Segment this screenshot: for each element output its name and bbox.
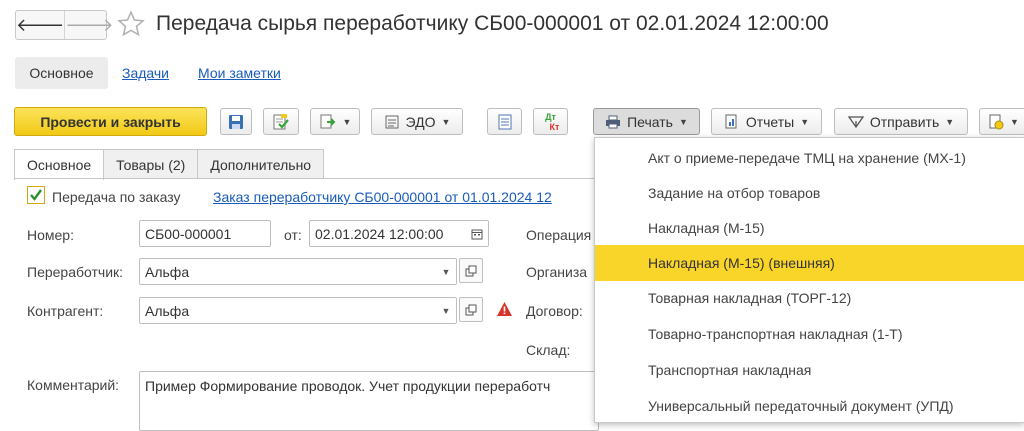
dt-kt-button[interactable]: Дт Кт	[533, 108, 568, 135]
order-link[interactable]: Заказ переработчику СБ00-000001 от 01.01…	[213, 189, 552, 205]
by-order-checkbox[interactable]	[27, 186, 45, 204]
chevron-down-icon: ▼	[800, 116, 810, 127]
send-icon	[847, 115, 864, 128]
comment-label: Комментарий:	[27, 377, 120, 393]
processor-field[interactable]: Альфа	[139, 258, 457, 285]
arrow-left-icon: 🡐	[16, 14, 65, 35]
menu-item-1t[interactable]: Товарно-транспортная накладная (1-Т)	[595, 316, 1024, 352]
operation-label: Операция	[526, 227, 592, 243]
edo-label: ЭДО	[405, 113, 436, 130]
counterparty-label: Контрагент:	[27, 303, 104, 319]
menu-item-mx1[interactable]: Акт о приеме-передаче ТМЦ на хранение (М…	[595, 140, 1024, 176]
printer-icon	[606, 115, 621, 128]
open-window-icon	[465, 265, 477, 276]
document-clock-icon	[989, 114, 1004, 129]
counterparty-value: Альфа	[145, 302, 190, 319]
processor-open-button[interactable]	[459, 258, 483, 283]
create-based-on-button[interactable]: ▼	[310, 108, 360, 135]
menu-item-torg12[interactable]: Товарная накладная (ТОРГ-12)	[595, 280, 1024, 316]
menu-item-m15[interactable]: Накладная (М-15)	[595, 210, 1024, 246]
menu-item-m15-external[interactable]: Накладная (М-15) (внешняя)	[595, 245, 1024, 281]
chevron-down-icon: ▼	[945, 116, 955, 127]
page-title: Передача сырья переработчику СБ00-000001…	[156, 12, 829, 35]
reports-icon	[725, 114, 737, 128]
edo-icon	[385, 115, 399, 128]
list-icon	[498, 114, 511, 129]
print-button[interactable]: Печать ▼	[593, 108, 700, 135]
create-based-on-icon	[320, 114, 335, 128]
menu-item-transport[interactable]: Транспортная накладная	[595, 352, 1024, 388]
attachments-button[interactable]: ▼	[979, 108, 1024, 135]
date-field[interactable]: 02.01.2024 12:00:00	[309, 220, 489, 247]
processor-dropdown[interactable]: ▼	[436, 259, 456, 284]
chevron-down-icon: ▼	[1010, 116, 1019, 127]
kt-label: Кт	[549, 121, 560, 132]
date-value: 02.01.2024 12:00:00	[315, 225, 444, 242]
post-document-icon	[273, 113, 289, 129]
calendar-icon[interactable]	[471, 228, 483, 240]
warehouse-label: Склад:	[526, 342, 571, 358]
print-menu: Акт о приеме-передаче ТМЦ на хранение (М…	[594, 137, 1024, 423]
send-label: Отправить	[869, 113, 940, 130]
tab-main[interactable]: Основное	[15, 57, 108, 89]
send-button[interactable]: Отправить ▼	[834, 108, 968, 135]
counterparty-open-button[interactable]	[459, 297, 483, 322]
chevron-down-icon: ▼	[441, 305, 451, 316]
chevron-down-icon: ▼	[678, 116, 688, 127]
forward-button[interactable]: 🡒	[64, 11, 114, 39]
edo-button[interactable]: ЭДО ▼	[371, 108, 463, 135]
tab-form-additional[interactable]: Дополнительно	[197, 149, 325, 179]
date-label: от:	[284, 227, 302, 243]
post-button[interactable]	[263, 108, 299, 135]
chevron-down-icon: ▼	[441, 266, 451, 277]
tab-form-goods[interactable]: Товары (2)	[103, 149, 199, 179]
checkmark-icon	[30, 189, 42, 201]
favorite-star-icon[interactable]	[116, 9, 146, 39]
floppy-disk-icon	[229, 114, 243, 129]
comment-field[interactable]: Пример Формирование проводок. Учет проду…	[139, 371, 599, 431]
tab-my-notes[interactable]: Мои заметки	[198, 65, 281, 81]
warning-icon	[497, 302, 512, 316]
number-label: Номер:	[27, 227, 74, 243]
tab-form-main[interactable]: Основное	[14, 149, 105, 180]
back-button[interactable]: 🡐	[16, 11, 64, 39]
dt-label: Дт	[545, 111, 556, 122]
print-label: Печать	[627, 113, 673, 130]
post-and-close-button[interactable]: Провести и закрыть	[14, 107, 207, 136]
save-button[interactable]	[220, 108, 252, 135]
arrow-right-icon: 🡒	[65, 14, 114, 35]
reports-button[interactable]: Отчеты ▼	[711, 108, 822, 135]
by-order-label: Передача по заказу	[52, 189, 181, 205]
open-window-icon	[465, 304, 477, 315]
journal-button[interactable]	[487, 108, 522, 135]
processor-label: Переработчик:	[27, 264, 124, 280]
counterparty-field[interactable]: Альфа	[139, 297, 457, 324]
reports-label: Отчеты	[745, 113, 795, 130]
number-field[interactable]: СБ00-000001	[139, 220, 271, 247]
processor-value: Альфа	[145, 263, 190, 280]
form-tabs: Основное Товары (2) Дополнительно	[14, 149, 325, 180]
chevron-down-icon: ▼	[441, 116, 451, 127]
tab-tasks[interactable]: Задачи	[122, 65, 169, 81]
contract-label: Договор:	[526, 303, 583, 319]
menu-item-pick-task[interactable]: Задание на отбор товаров	[595, 175, 1024, 211]
chevron-down-icon: ▼	[342, 116, 352, 127]
navigation-buttons: 🡐 🡒	[15, 10, 114, 40]
organization-label: Организа	[526, 264, 588, 280]
tabs-divider	[14, 178, 599, 179]
counterparty-dropdown[interactable]: ▼	[436, 298, 456, 323]
menu-item-upd[interactable]: Универсальный передаточный документ (УПД…	[595, 388, 1024, 424]
